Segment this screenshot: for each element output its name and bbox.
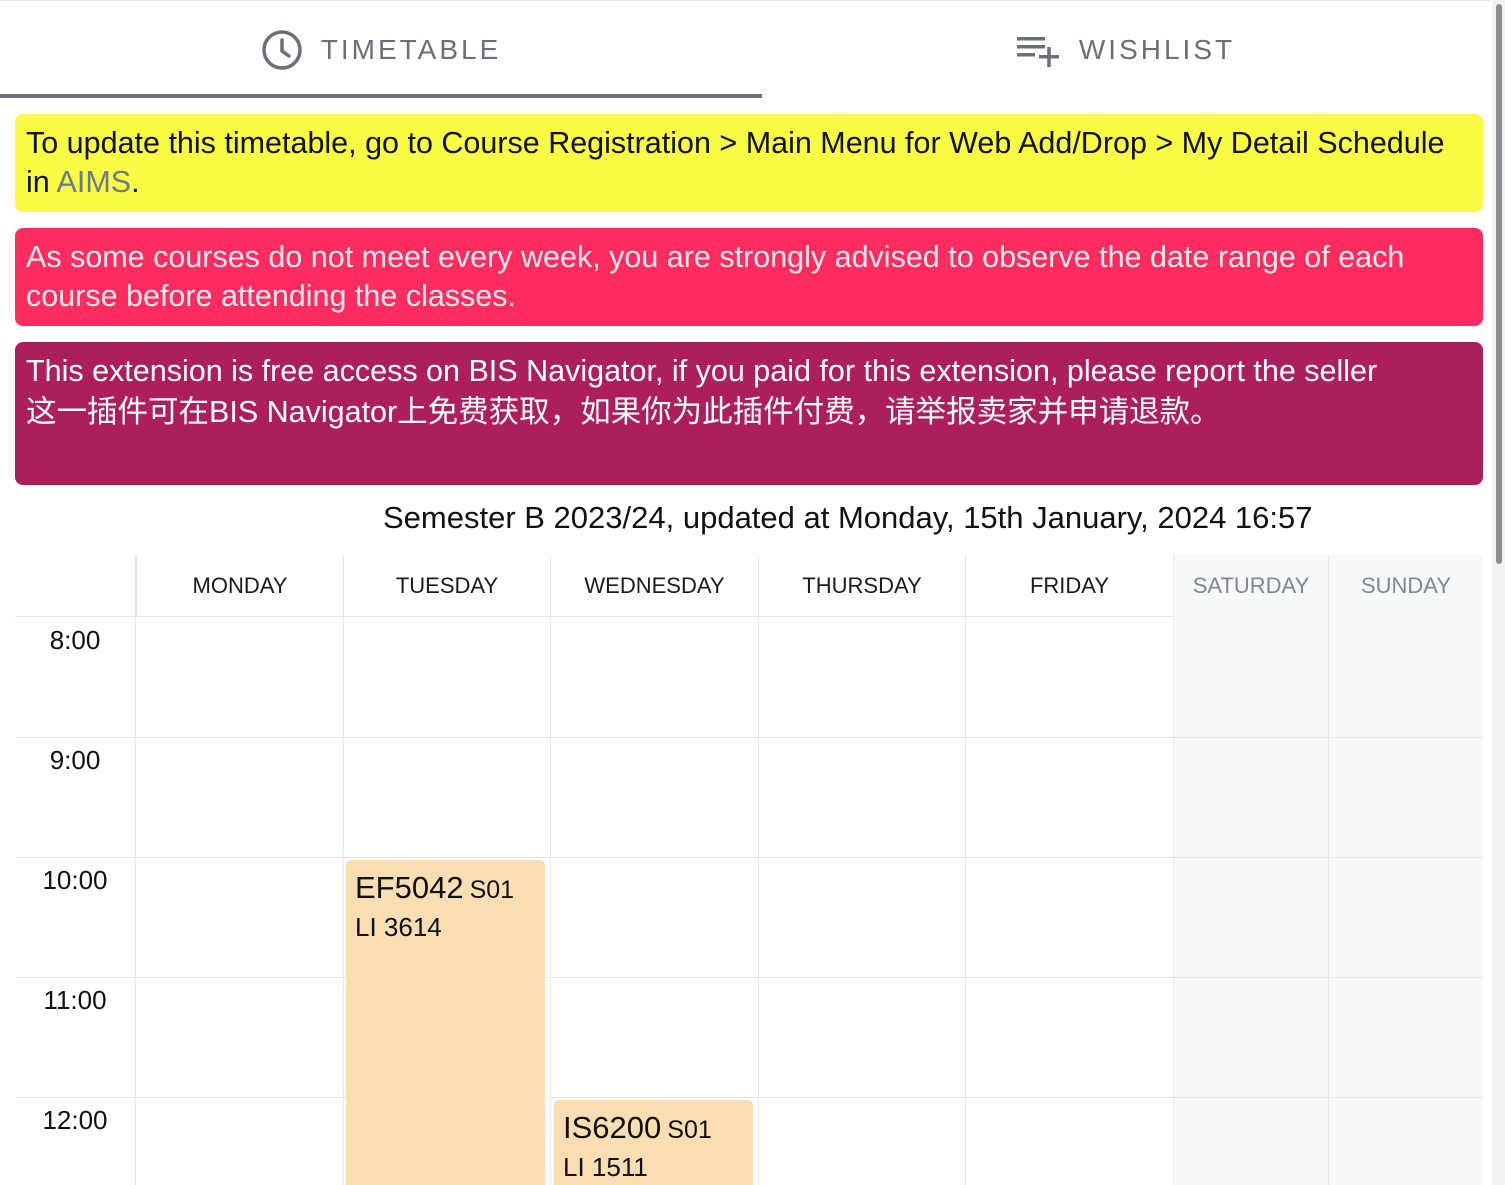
- update-instructions-notice: To update this timetable, go to Course R…: [15, 114, 1483, 212]
- update-instructions-end: .: [131, 165, 140, 199]
- tab-bar: TIMETABLE WISHLIST: [0, 0, 1490, 98]
- tab-timetable-label: TIMETABLE: [320, 34, 502, 65]
- course-code: IS6200: [563, 1110, 662, 1145]
- free-access-text-zh: 这一插件可在BIS Navigator上免费获取，如果你为此插件付费，请举报卖家…: [26, 395, 1221, 429]
- timetable-calendar: MONDAY TUESDAY WEDNESDAY THURSDAY FRIDAY…: [15, 555, 1483, 1185]
- grid-line: [965, 555, 966, 1185]
- grid-line: [15, 977, 1483, 978]
- grid-line: [758, 555, 759, 1185]
- course-section: S01: [667, 1116, 712, 1144]
- sunday-column: [1328, 617, 1483, 1185]
- tab-wishlist-label: WISHLIST: [1078, 34, 1236, 65]
- grid-line: [343, 555, 344, 1185]
- scrollbar-thumb[interactable]: [1496, 4, 1502, 564]
- time-label: 11:00: [43, 985, 107, 1015]
- time-label: 10:00: [42, 865, 108, 895]
- time-label: 8:00: [49, 625, 101, 655]
- course-event-is6200[interactable]: IS6200 S01 LI 1511: [554, 1100, 753, 1185]
- day-header-tuesday: TUESDAY: [343, 555, 550, 617]
- free-access-notice: This extension is free access on BIS Nav…: [15, 342, 1483, 485]
- course-code: EF5042: [355, 870, 464, 905]
- grid-line: [135, 555, 136, 1185]
- course-venue: LI 1511: [563, 1152, 648, 1182]
- day-header-wednesday: WEDNESDAY: [550, 555, 758, 617]
- day-header-saturday: SATURDAY: [1173, 555, 1328, 617]
- day-header-monday: MONDAY: [136, 555, 343, 617]
- update-instructions-text: To update this timetable, go to Course R…: [26, 126, 1445, 199]
- date-range-warning: As some courses do not meet every week, …: [15, 228, 1483, 326]
- grid-line: [15, 857, 1483, 858]
- saturday-column: [1173, 617, 1328, 1185]
- grid-line: [1328, 555, 1329, 1185]
- date-range-warning-text: As some courses do not meet every week, …: [26, 240, 1405, 313]
- free-access-text-en: This extension is free access on BIS Nav…: [26, 354, 1378, 388]
- tab-wishlist[interactable]: WISHLIST: [762, 1, 1490, 99]
- grid-line: [15, 1097, 1483, 1098]
- calendar-header: MONDAY TUESDAY WEDNESDAY THURSDAY FRIDAY…: [15, 555, 1483, 617]
- day-header-sunday: SUNDAY: [1328, 555, 1483, 617]
- timetable-page: TIMETABLE WISHLIST To update this timeta…: [0, 0, 1505, 1185]
- aims-link[interactable]: AIMS: [57, 165, 132, 199]
- course-venue: LI 3614: [355, 912, 442, 942]
- semester-info: Semester B 2023/24, updated at Monday, 1…: [383, 500, 1313, 535]
- grid-line: [1173, 555, 1174, 1185]
- active-tab-indicator: [0, 94, 762, 98]
- grid-line: [550, 555, 551, 1185]
- day-header-friday: FRIDAY: [965, 555, 1173, 617]
- grid-line: [15, 737, 1483, 738]
- tab-timetable[interactable]: TIMETABLE: [0, 1, 762, 99]
- playlist-add-icon: [1016, 33, 1061, 67]
- time-label: 9:00: [49, 745, 101, 775]
- course-section: S01: [469, 876, 515, 904]
- time-label: 12:00: [42, 1105, 108, 1135]
- day-header-thursday: THURSDAY: [758, 555, 965, 617]
- course-event-ef5042[interactable]: EF5042 S01 LI 3614: [346, 860, 545, 1185]
- clock-icon: [261, 29, 303, 71]
